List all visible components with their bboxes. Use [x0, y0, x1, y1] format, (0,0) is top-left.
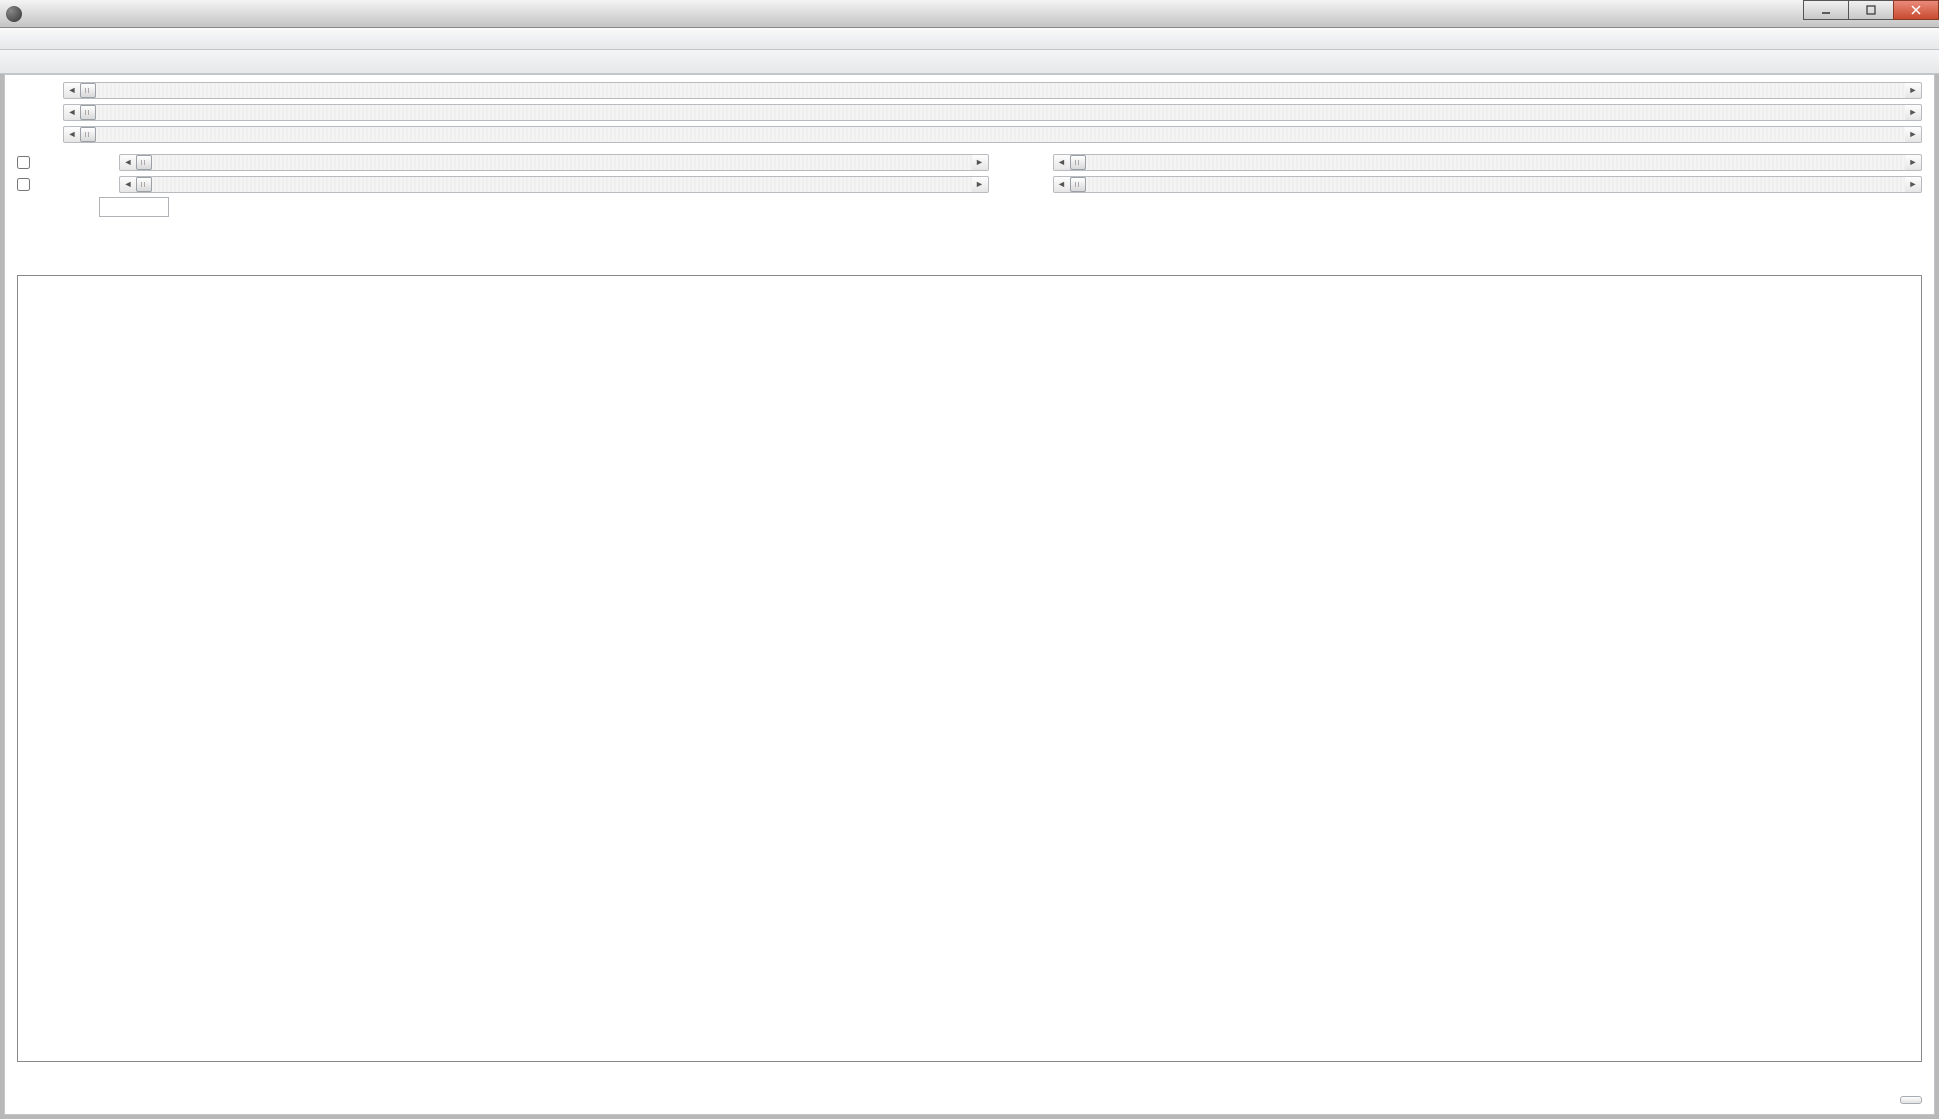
moon-to-ma-gain-slider[interactable]: ◄ ►: [119, 154, 989, 171]
moonphase-checkbox[interactable]: [17, 178, 111, 191]
scroll-right-icon[interactable]: ►: [1905, 127, 1921, 142]
moonphase-gain-slider[interactable]: ◄ ►: [119, 176, 989, 193]
scroll-left-icon[interactable]: ◄: [64, 83, 80, 98]
menubar: [0, 28, 1939, 50]
content-panel: ◄ ► ◄ ► ◄ ►: [4, 74, 1935, 1115]
min-slider[interactable]: ◄ ►: [63, 82, 1922, 99]
scroll-left-icon[interactable]: ◄: [1054, 177, 1070, 192]
max-slider[interactable]: ◄ ►: [63, 104, 1922, 121]
app-icon: [6, 6, 22, 22]
minimize-button[interactable]: [1803, 0, 1849, 20]
scroll-right-icon[interactable]: ►: [972, 155, 988, 170]
scroll-left-icon[interactable]: ◄: [120, 177, 136, 192]
moonphase-offset-slider[interactable]: ◄ ►: [1053, 176, 1923, 193]
scroll-right-icon[interactable]: ►: [1905, 105, 1921, 120]
moon-to-ma-checkbox[interactable]: [17, 156, 111, 169]
scroll-right-icon[interactable]: ►: [972, 177, 988, 192]
scroll-right-icon[interactable]: ►: [1905, 83, 1921, 98]
scroll-left-icon[interactable]: ◄: [1054, 155, 1070, 170]
multiplier-input[interactable]: [99, 197, 169, 217]
window-titlebar: [0, 0, 1939, 28]
ma-slider[interactable]: ◄ ►: [63, 126, 1922, 143]
tab-row: [0, 50, 1939, 74]
maximize-button[interactable]: [1848, 0, 1894, 20]
scroll-left-icon[interactable]: ◄: [64, 127, 80, 142]
status-bar: [17, 1068, 1922, 1108]
scroll-left-icon[interactable]: ◄: [120, 155, 136, 170]
close-button[interactable]: [1893, 0, 1939, 20]
scroll-left-icon[interactable]: ◄: [64, 105, 80, 120]
scroll-right-icon[interactable]: ►: [1905, 155, 1921, 170]
scroll-right-icon[interactable]: ►: [1905, 177, 1921, 192]
moon-to-ma-offset-slider[interactable]: ◄ ►: [1053, 154, 1923, 171]
chart-area[interactable]: [17, 275, 1922, 1062]
reset-zoom-button[interactable]: [1900, 1096, 1922, 1104]
menu-file[interactable]: [6, 37, 22, 41]
